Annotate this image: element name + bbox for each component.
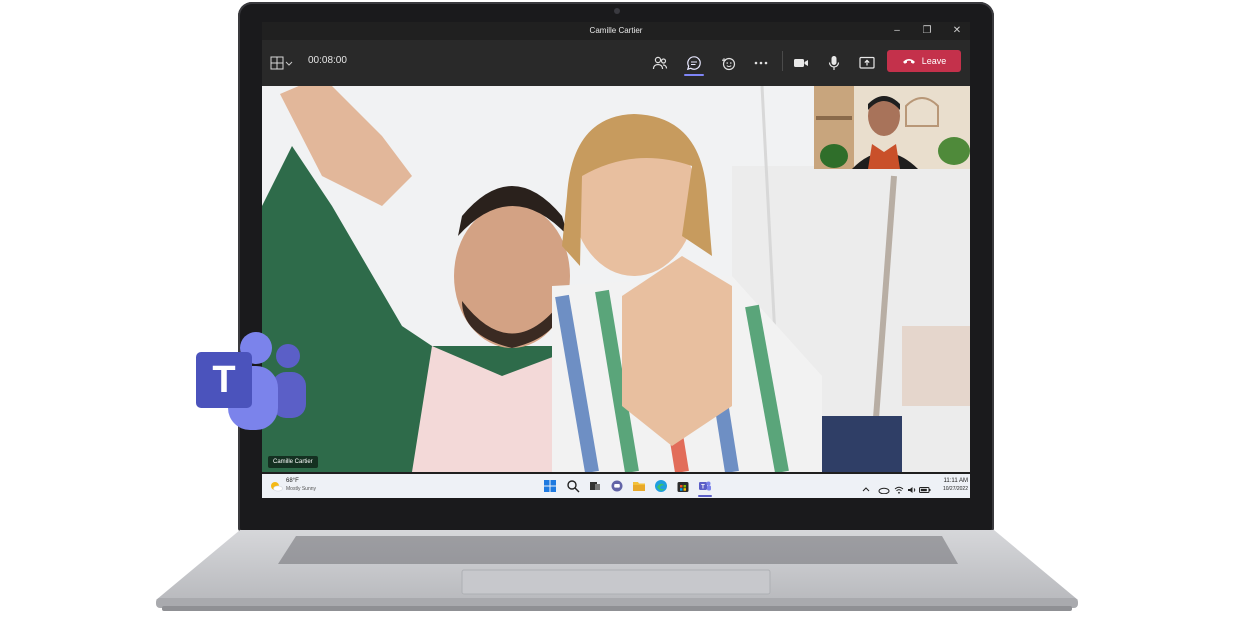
meeting-timer: 00:08:00	[308, 55, 347, 66]
chevron-down-icon[interactable]	[282, 52, 296, 74]
weather-desc: Mostly Sunny	[286, 486, 317, 492]
weather-icon[interactable]	[269, 479, 283, 493]
chat-app-icon[interactable]	[610, 479, 624, 493]
share-icon[interactable]	[856, 52, 878, 74]
taskbar-date[interactable]: 10/27/2022	[928, 486, 968, 492]
leave-button[interactable]: Leave	[887, 50, 961, 72]
minimize-button[interactable]: –	[888, 22, 906, 40]
laptop-screen: Camille Cartier – ❐ ✕ 00:08:00 Leave Cam…	[262, 22, 970, 498]
webcam	[614, 8, 620, 14]
chevron-up-icon[interactable]	[862, 481, 870, 492]
camera-icon[interactable]	[790, 52, 812, 74]
self-view-illustration	[814, 86, 970, 169]
active-app-indicator	[698, 495, 712, 497]
people-icon[interactable]	[649, 52, 671, 74]
task-view-icon[interactable]	[588, 479, 602, 493]
file-explorer-icon[interactable]	[632, 479, 646, 493]
teams-taskbar-icon[interactable]: T	[698, 479, 712, 493]
weather-temp: 68°F	[286, 478, 299, 484]
maximize-button[interactable]: ❐	[918, 22, 936, 40]
search-icon[interactable]	[566, 479, 580, 493]
chat-icon[interactable]	[683, 52, 705, 74]
window-title: Camille Cartier	[589, 26, 643, 35]
reactions-icon[interactable]	[717, 52, 739, 74]
laptop-base	[156, 530, 1078, 611]
start-icon[interactable]	[543, 479, 557, 493]
wifi-icon[interactable]	[894, 481, 904, 494]
store-icon[interactable]	[676, 479, 690, 493]
edge-icon[interactable]	[654, 479, 668, 493]
self-view-tile[interactable]	[814, 86, 970, 169]
teams-logo: T	[196, 332, 306, 430]
svg-text:T: T	[701, 485, 705, 491]
svg-text:T: T	[212, 359, 235, 401]
volume-icon[interactable]	[907, 481, 917, 493]
toolbar-divider	[782, 51, 783, 71]
participant-name-label: Camille Cartier	[268, 456, 318, 468]
more-icon[interactable]	[750, 52, 772, 74]
cloud-icon[interactable]	[878, 481, 890, 495]
mic-icon[interactable]	[823, 52, 845, 74]
hangup-icon	[902, 59, 915, 64]
close-button[interactable]: ✕	[948, 22, 966, 40]
chat-active-indicator	[684, 74, 704, 76]
leave-label: Leave	[921, 56, 947, 66]
taskbar-time[interactable]: 11:11 AM	[934, 478, 968, 484]
